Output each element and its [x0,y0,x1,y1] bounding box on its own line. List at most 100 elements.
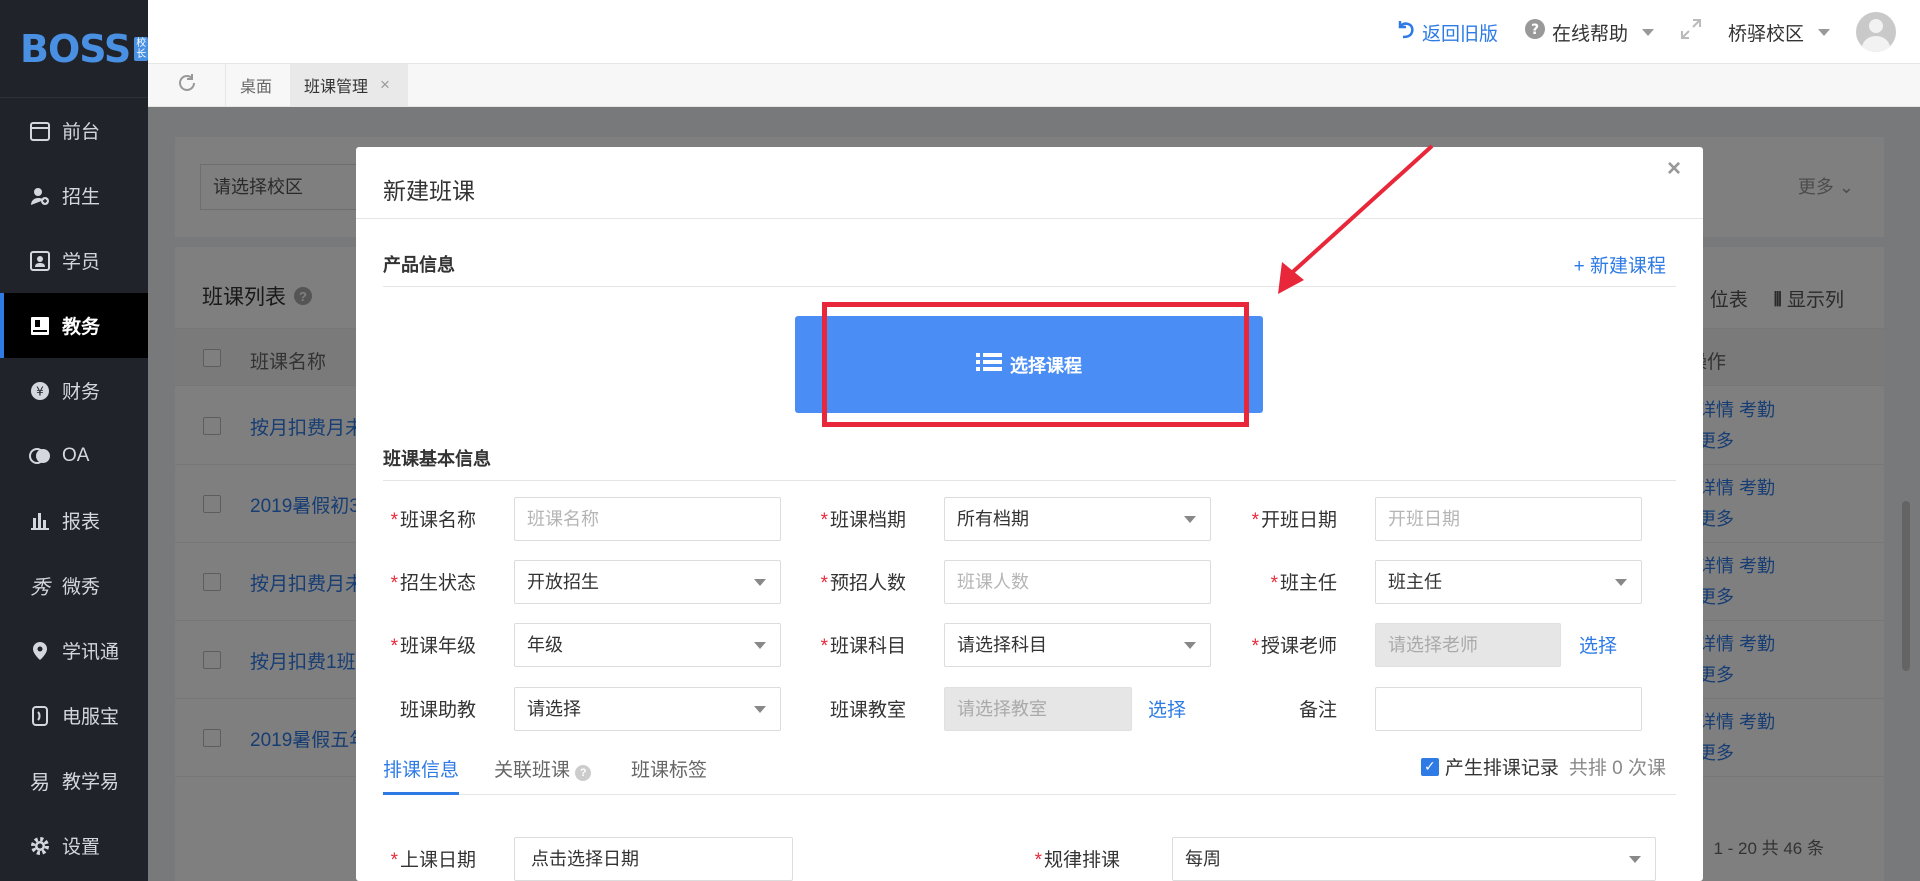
remark-input[interactable] [1375,687,1642,731]
class-name-input[interactable]: 班课名称 [514,497,781,541]
logo[interactable]: BOSS 校 长 [0,0,149,98]
svg-text:¥: ¥ [36,384,44,398]
start-date-label: * 开班日期 [1251,510,1337,531]
user-add-icon [28,184,52,208]
tab-related-class-label: 关联班课 [494,760,571,781]
tab-class-tags[interactable]: 班课标签 [631,755,707,782]
sidebar-item-label: 报表 [62,512,101,533]
tab-desktop[interactable]: 桌面 [226,64,290,106]
class-date-input[interactable]: 点击选择日期 [514,837,793,881]
generate-schedule-label: 产生排课记录 [1444,758,1559,779]
sidebar-item-label: 学讯通 [62,642,120,663]
planned-count-input[interactable]: 班课人数 [944,560,1211,604]
calendar-icon [28,119,52,143]
sidebar-item-oa[interactable]: OA [0,423,148,488]
page-tabs: 桌面 班课管理 × [148,64,1920,107]
class-date-label: * 上课日期 [390,850,476,871]
enroll-status-select[interactable]: 开放招生 [514,560,781,604]
sidebar-nav: 前台 招生 学员 教务 ¥ 财务 OA 报表 秀 微秀 学讯通 电服宝 易 教学… [0,98,148,878]
fullscreen-button[interactable] [1680,18,1702,46]
book-icon [28,314,52,338]
sidebar-item-jiaowu[interactable]: 教务 [0,293,148,358]
enroll-status-label-text: 招生状态 [399,573,476,594]
new-class-modal: 新建班课 × 产品信息 + 新建课程 选择课程 班课基本信息 * 班课名称 班课名… [356,147,1703,881]
modal-title: 新建班课 [383,178,475,204]
check-icon: ✓ [1420,757,1439,776]
head-teacher-label-text: 班主任 [1279,573,1337,594]
sidebar-item-dianfubao[interactable]: 电服宝 [0,683,148,748]
modal-header: 新建班课 × [356,147,1703,219]
undo-icon [1394,18,1416,46]
chevron-down-icon [1615,579,1627,586]
sidebar-item-xueyuan[interactable]: 学员 [0,228,148,293]
highlight-box [822,302,1249,427]
subject-label: * 班课科目 [820,636,906,657]
choose-teacher-link[interactable]: 选择 [1579,631,1617,658]
logo-text: BOSS [20,26,131,71]
topbar: 返回旧版 ? 在线帮助 桥驿校区 [148,0,1920,64]
rule-schedule-value: 每周 [1185,849,1221,869]
sidebar-item-label: 财务 [62,382,101,403]
tab-label: 班课管理 [304,79,369,96]
sidebar-item-shezhi[interactable]: 设置 [0,813,148,878]
chevron-down-icon [754,579,766,586]
online-help-menu[interactable]: ? 在线帮助 [1524,18,1654,46]
logo-badge: 校 长 [134,36,149,61]
refresh-button[interactable] [148,64,226,106]
back-old-version-label: 返回旧版 [1421,23,1498,45]
sidebar-item-jiaoxueyi[interactable]: 易 教学易 [0,748,148,813]
campus-switcher[interactable]: 桥驿校区 [1728,19,1830,46]
sidebar-item-caiwu[interactable]: ¥ 财务 [0,358,148,423]
product-info-heading: 产品信息 [383,255,455,275]
bar-chart-icon [28,509,52,533]
tab-label: 桌面 [240,79,273,96]
sidebar-item-baobiao[interactable]: 报表 [0,488,148,553]
rule-schedule-select[interactable]: 每周 [1172,837,1656,881]
sidebar-item-label: OA [62,444,90,466]
tab-related-class[interactable]: 关联班课 ? [494,755,592,782]
class-period-select[interactable]: 所有档期 [944,497,1211,541]
start-date-input[interactable]: 开班日期 [1375,497,1642,541]
tab-class-management[interactable]: 班课管理 × [290,64,408,106]
classroom-input[interactable]: 请选择教室 [944,687,1132,731]
sidebar-item-label: 教学易 [62,772,120,793]
help-icon: ? [1524,18,1546,46]
logo-badge-top: 校 [136,37,147,49]
sidebar-item-zhaosheng[interactable]: 招生 [0,163,148,228]
assistant-label: 班课助教 [399,700,476,721]
head-teacher-select[interactable]: 班主任 [1375,560,1642,604]
help-icon: ? [575,765,592,781]
head-teacher-label: * 班主任 [1270,573,1337,594]
remark-label: 备注 [1298,700,1337,721]
new-course-link[interactable]: + 新建课程 [1574,251,1666,278]
class-period-label: * 班课档期 [820,510,906,531]
rule-schedule-label: * 规律排课 [1034,850,1120,871]
chevron-down-icon [1818,28,1830,36]
sidebar-item-label: 微秀 [62,577,101,598]
assistant-select[interactable]: 请选择 [514,687,781,731]
refresh-icon [176,72,198,99]
subject-select[interactable]: 请选择科目 [944,623,1211,667]
sidebar-item-weixiu[interactable]: 秀 微秀 [0,553,148,618]
sidebar-item-label: 设置 [62,837,101,858]
subject-label-text: 班课科目 [829,636,906,657]
grade-select[interactable]: 年级 [514,623,781,667]
svg-text:?: ? [1531,22,1539,38]
schedule-count-note: 共排 0 次课 [1568,758,1666,779]
start-date-label-text: 开班日期 [1260,510,1337,531]
tab-schedule-info[interactable]: 排课信息 [383,755,460,795]
close-icon[interactable]: × [380,75,390,95]
generate-schedule-checkbox[interactable]: ✓ 产生排课记录 共排 0 次课 [1420,753,1666,780]
class-date-label-text: 上课日期 [399,850,476,871]
basic-info-heading: 班课基本信息 [383,449,491,469]
class-period-value: 所有档期 [957,509,1029,529]
sidebar-item-qiantai[interactable]: 前台 [0,98,148,163]
teacher-input[interactable]: 请选择老师 [1375,623,1561,667]
sidebar-item-xuexuntong[interactable]: 学讯通 [0,618,148,683]
sidebar-item-label: 招生 [62,187,101,208]
avatar[interactable] [1856,12,1896,52]
close-icon[interactable]: × [1667,155,1681,183]
online-help-label: 在线帮助 [1551,23,1628,45]
choose-classroom-link[interactable]: 选择 [1148,695,1186,722]
back-old-version-link[interactable]: 返回旧版 [1394,18,1498,46]
